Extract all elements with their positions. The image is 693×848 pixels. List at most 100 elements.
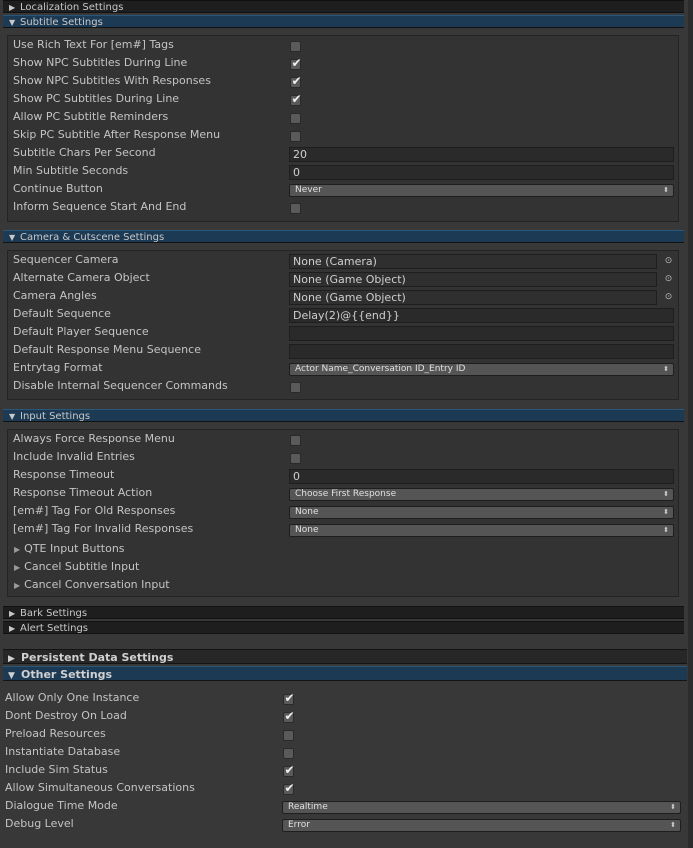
dropdown-arrow-icon: ⬍ xyxy=(663,490,669,498)
label-use-rich-text: Use Rich Text For [em#] Tags xyxy=(13,38,174,51)
expand-arrow-icon: ▶ xyxy=(8,654,15,664)
checkbox-include-sim-status[interactable]: ✔ xyxy=(283,763,295,777)
label-allow-pc-reminders: Allow PC Subtitle Reminders xyxy=(13,110,169,123)
checkmark-icon: ✔ xyxy=(284,691,295,705)
label-dialogue-time-mode: Dialogue Time Mode xyxy=(5,799,118,812)
dropdown-arrow-icon: ⬍ xyxy=(670,803,676,811)
label-dont-destroy-on-load: Dont Destroy On Load xyxy=(5,709,127,722)
label-default-response-menu-sequence: Default Response Menu Sequence xyxy=(13,343,201,356)
section-persistent-data-header[interactable]: ▶ Persistent Data Settings xyxy=(3,649,687,664)
dropdown-response-timeout-action[interactable]: Choose First Response ⬍ xyxy=(289,488,674,501)
section-subtitle-header[interactable]: ▼ Subtitle Settings xyxy=(3,15,684,28)
collapse-arrow-icon: ▼ xyxy=(9,18,16,27)
input-default-player-sequence[interactable] xyxy=(289,326,674,341)
dropdown-debug-level[interactable]: Error ⬍ xyxy=(282,819,681,832)
checkmark-icon: ✔ xyxy=(291,56,302,70)
checkmark-icon: ✔ xyxy=(291,74,302,88)
checkbox-inform-sequence[interactable] xyxy=(290,203,301,214)
label-debug-level: Debug Level xyxy=(5,817,74,830)
label-show-pc-during-line: Show PC Subtitles During Line xyxy=(13,92,180,105)
foldout-qte-input-buttons[interactable]: ▶ QTE Input Buttons xyxy=(14,540,125,559)
checkbox-allow-simultaneous-conversations[interactable]: ✔ xyxy=(283,781,295,795)
object-picker-icon[interactable]: ⊙ xyxy=(664,257,673,266)
dropdown-value: None xyxy=(295,507,319,517)
label-show-npc-during-line: Show NPC Subtitles During Line xyxy=(13,56,188,69)
label-include-sim-status: Include Sim Status xyxy=(5,763,108,776)
label-response-timeout: Response Timeout xyxy=(13,468,115,481)
object-field-sequencer-camera[interactable]: None (Camera) xyxy=(289,254,657,269)
checkbox-skip-pc-after-response[interactable] xyxy=(290,131,301,142)
dropdown-arrow-icon: ⬍ xyxy=(663,508,669,516)
checkbox-show-npc-with-responses[interactable]: ✔ xyxy=(290,74,302,88)
label-entrytag-format: Entrytag Format xyxy=(13,361,103,374)
checkbox-show-pc-during-line[interactable]: ✔ xyxy=(290,92,302,106)
label-continue-button: Continue Button xyxy=(13,182,103,195)
dropdown-em-tag-invalid-responses[interactable]: None ⬍ xyxy=(289,524,674,537)
expand-arrow-icon: ▶ xyxy=(9,3,16,12)
foldout-arrow-icon: ▶ xyxy=(14,545,21,554)
section-camera-header[interactable]: ▼ Camera & Cutscene Settings xyxy=(3,230,684,243)
object-field-camera-angles[interactable]: None (Game Object) xyxy=(289,290,657,305)
checkbox-instantiate-database[interactable] xyxy=(283,748,294,759)
object-picker-icon[interactable]: ⊙ xyxy=(664,275,673,284)
collapse-arrow-icon: ▼ xyxy=(9,233,16,242)
input-chars-per-second[interactable]: 20 xyxy=(289,147,674,162)
section-other-header[interactable]: ▼ Other Settings xyxy=(3,666,687,681)
input-min-subtitle-seconds[interactable]: 0 xyxy=(289,165,674,180)
label-em-tag-old-responses: [em#] Tag For Old Responses xyxy=(13,504,176,517)
dropdown-arrow-icon: ⬍ xyxy=(663,365,669,373)
section-alert-header[interactable]: ▶ Alert Settings xyxy=(3,621,684,634)
label-show-npc-with-responses: Show NPC Subtitles With Responses xyxy=(13,74,211,87)
checkmark-icon: ✔ xyxy=(284,709,295,723)
label-min-subtitle-seconds: Min Subtitle Seconds xyxy=(13,164,129,177)
dropdown-em-tag-old-responses[interactable]: None ⬍ xyxy=(289,506,674,519)
dropdown-arrow-icon: ⬍ xyxy=(670,821,676,829)
label-alternate-camera: Alternate Camera Object xyxy=(13,271,150,284)
checkbox-use-rich-text[interactable] xyxy=(290,41,301,52)
foldout-cancel-conversation-input[interactable]: ▶ Cancel Conversation Input xyxy=(14,576,170,595)
input-response-timeout[interactable]: 0 xyxy=(289,469,674,484)
checkbox-include-invalid-entries[interactable] xyxy=(290,453,301,464)
checkbox-show-npc-during-line[interactable]: ✔ xyxy=(290,56,302,70)
section-bark-header[interactable]: ▶ Bark Settings xyxy=(3,606,684,619)
foldout-cancel-subtitle-input[interactable]: ▶ Cancel Subtitle Input xyxy=(14,558,139,577)
label-default-player-sequence: Default Player Sequence xyxy=(13,325,149,338)
label-allow-simultaneous-conversations: Allow Simultaneous Conversations xyxy=(5,781,195,794)
label-include-invalid-entries: Include Invalid Entries xyxy=(13,450,135,463)
dropdown-value: Choose First Response xyxy=(295,489,397,499)
label-allow-only-one-instance: Allow Only One Instance xyxy=(5,691,140,704)
collapse-arrow-icon: ▼ xyxy=(9,412,16,421)
dropdown-arrow-icon: ⬍ xyxy=(663,526,669,534)
object-picker-icon[interactable]: ⊙ xyxy=(664,293,673,302)
object-field-alternate-camera[interactable]: None (Game Object) xyxy=(289,272,657,287)
checkbox-always-force-response[interactable] xyxy=(290,435,301,446)
checkbox-allow-only-one-instance[interactable]: ✔ xyxy=(283,691,295,705)
checkbox-preload-resources[interactable] xyxy=(283,730,294,741)
checkmark-icon: ✔ xyxy=(291,92,302,106)
dropdown-entrytag-format[interactable]: Actor Name_Conversation ID_Entry ID ⬍ xyxy=(289,363,674,376)
dropdown-value: Actor Name_Conversation ID_Entry ID xyxy=(295,364,466,374)
input-default-response-menu-sequence[interactable] xyxy=(289,344,674,359)
dropdown-value: Never xyxy=(295,185,322,195)
checkbox-dont-destroy-on-load[interactable]: ✔ xyxy=(283,709,295,723)
dropdown-arrow-icon: ⬍ xyxy=(663,186,669,194)
label-em-tag-invalid-responses: [em#] Tag For Invalid Responses xyxy=(13,522,194,535)
vertical-scrollbar[interactable] xyxy=(688,0,693,848)
section-input-header[interactable]: ▼ Input Settings xyxy=(3,409,684,422)
input-default-sequence[interactable]: Delay(2)@{{end}} xyxy=(289,308,674,323)
label-always-force-response: Always Force Response Menu xyxy=(13,432,175,445)
foldout-arrow-icon: ▶ xyxy=(14,581,21,590)
label-inform-sequence: Inform Sequence Start And End xyxy=(13,200,187,213)
expand-arrow-icon: ▶ xyxy=(9,624,16,633)
checkbox-allow-pc-reminders[interactable] xyxy=(290,113,301,124)
dropdown-dialogue-time-mode[interactable]: Realtime ⬍ xyxy=(282,801,681,814)
checkmark-icon: ✔ xyxy=(284,781,295,795)
dropdown-value: Realtime xyxy=(288,802,328,812)
label-response-timeout-action: Response Timeout Action xyxy=(13,486,153,499)
checkbox-disable-internal-commands[interactable] xyxy=(290,382,301,393)
foldout-arrow-icon: ▶ xyxy=(14,563,21,572)
label-instantiate-database: Instantiate Database xyxy=(5,745,121,758)
label-skip-pc-after-response: Skip PC Subtitle After Response Menu xyxy=(13,128,221,141)
section-localization-header[interactable]: ▶ Localization Settings xyxy=(3,0,684,13)
dropdown-continue-button[interactable]: Never ⬍ xyxy=(289,184,674,197)
